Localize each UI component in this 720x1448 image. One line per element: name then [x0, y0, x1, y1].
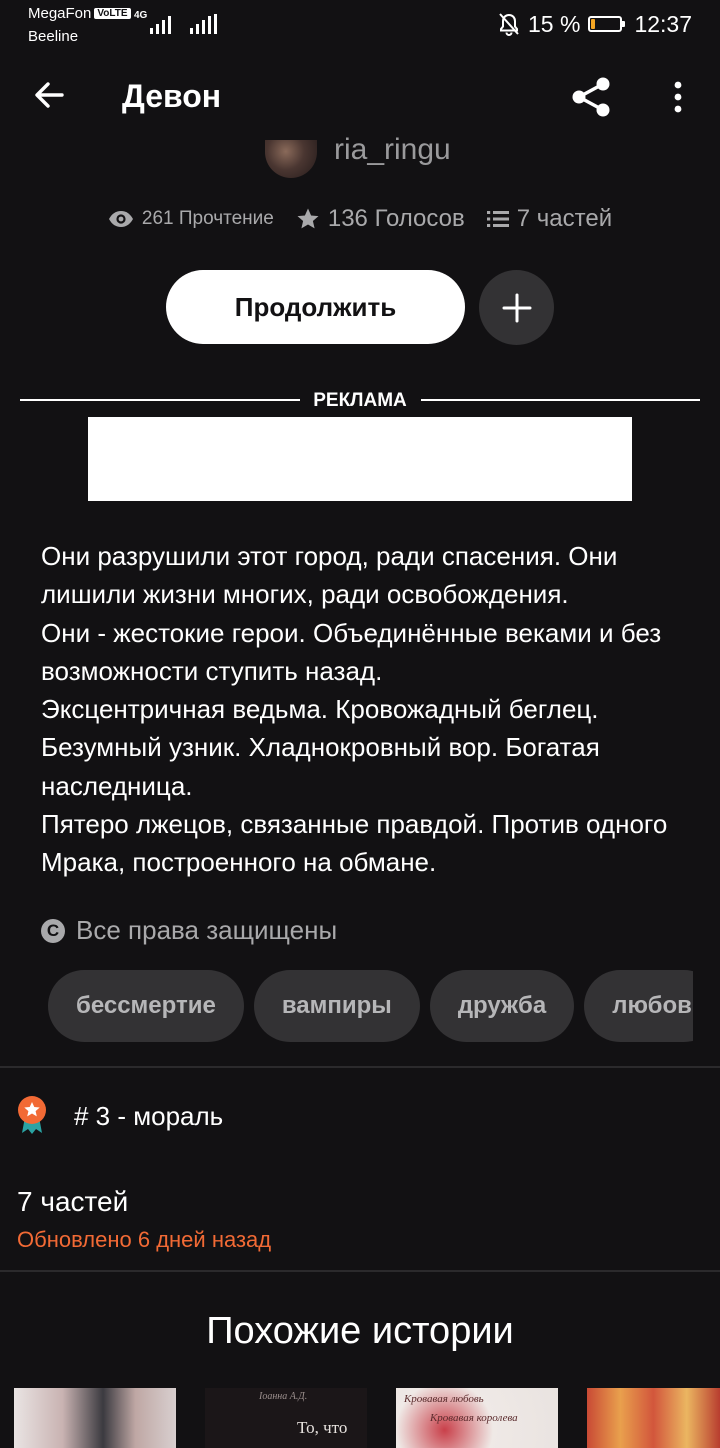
more-vertical-icon	[674, 81, 682, 113]
cover-text: То, что	[297, 1418, 348, 1437]
battery-icon	[588, 16, 626, 32]
battery-percent: 15 %	[528, 10, 581, 37]
carrier-primary: MegaFon VoLTE	[28, 5, 131, 22]
section-divider	[0, 1270, 720, 1272]
add-to-library-button[interactable]	[479, 270, 554, 345]
share-button[interactable]	[566, 72, 616, 122]
description-paragraph: Они - жестокие герои. Объединённые векам…	[41, 617, 662, 686]
plus-icon	[502, 293, 531, 322]
description-paragraph: Они разрушили этот город, ради спасения.…	[41, 541, 618, 610]
tag-chip[interactable]: дружба	[429, 970, 575, 1042]
tag-chip[interactable]: бессмертие	[48, 970, 244, 1042]
story-description: Они разрушили этот город, ради спасения.…	[41, 537, 681, 882]
section-divider	[0, 1066, 720, 1068]
ribbon-badge-icon	[16, 1095, 48, 1135]
cover-text: Кровавая любовь	[404, 1393, 484, 1405]
copyright-icon: C	[41, 918, 65, 943]
battery-level	[591, 19, 596, 29]
back-button[interactable]	[26, 72, 72, 118]
parts-count[interactable]: 7 частей	[17, 1186, 128, 1218]
signal-icon	[150, 14, 171, 34]
tag-chip[interactable]: вампиры	[253, 970, 420, 1042]
arrow-left-icon	[35, 82, 64, 108]
list-icon	[486, 211, 509, 227]
similar-stories-title: Похожие истории	[206, 1310, 514, 1352]
eye-icon	[108, 211, 133, 227]
ranking-label[interactable]: # 3 - мораль	[74, 1101, 223, 1132]
cover-text: Іоанна А.Д.	[259, 1391, 308, 1402]
continue-reading-button[interactable]: Продолжить	[166, 270, 465, 344]
description-paragraph: Пятеро лжецов, связанные правдой. Против…	[41, 809, 668, 878]
ad-divider-right	[421, 399, 700, 401]
signal-icon	[190, 14, 217, 34]
status-bar: MegaFon VoLTE Beeline 4G 15 % 12:37	[0, 0, 720, 50]
story-cover[interactable]: Кровавая любовь Кровавая королева	[396, 1388, 558, 1448]
volte-badge: VoLTE	[94, 8, 131, 19]
ad-banner[interactable]	[88, 417, 632, 501]
author-avatar[interactable]	[265, 140, 317, 178]
ad-divider-left	[20, 399, 300, 401]
votes-stat: 136 Голосов	[296, 205, 465, 233]
page-title: Девон	[122, 78, 222, 114]
reads-stat: 261 Прочтение	[108, 208, 274, 230]
cover-text: Кровавая королева	[430, 1412, 518, 1424]
updated-label: Обновлено 6 дней назад	[17, 1227, 272, 1252]
tags-row[interactable]: бессмертие вампиры дружба любов	[48, 970, 693, 1042]
tag-chip[interactable]: любов	[584, 970, 693, 1042]
story-cover[interactable]	[14, 1388, 176, 1448]
ad-label: РЕКЛАМА	[313, 390, 407, 411]
description-paragraph: Эксцентричная ведьма. Кровожадный беглец…	[41, 694, 600, 801]
carrier-secondary: Beeline	[28, 28, 79, 45]
clock: 12:37	[634, 10, 692, 37]
copyright-notice: C Все права защищены	[41, 915, 337, 946]
network-type: 4G	[134, 10, 148, 21]
dnd-off-icon	[498, 12, 520, 36]
parts-stat: 7 частей	[486, 205, 612, 233]
author-name[interactable]: ria_ringu	[334, 133, 451, 167]
more-options-button[interactable]	[660, 72, 696, 122]
share-icon	[572, 77, 610, 117]
story-cover[interactable]	[587, 1388, 720, 1448]
status-right: 15 % 12:37	[498, 8, 692, 40]
story-cover[interactable]: Іоанна А.Д. То, что	[205, 1388, 367, 1448]
story-stats: 261 Прочтение 136 Голосов 7 частей	[0, 205, 720, 233]
star-icon	[297, 208, 319, 229]
